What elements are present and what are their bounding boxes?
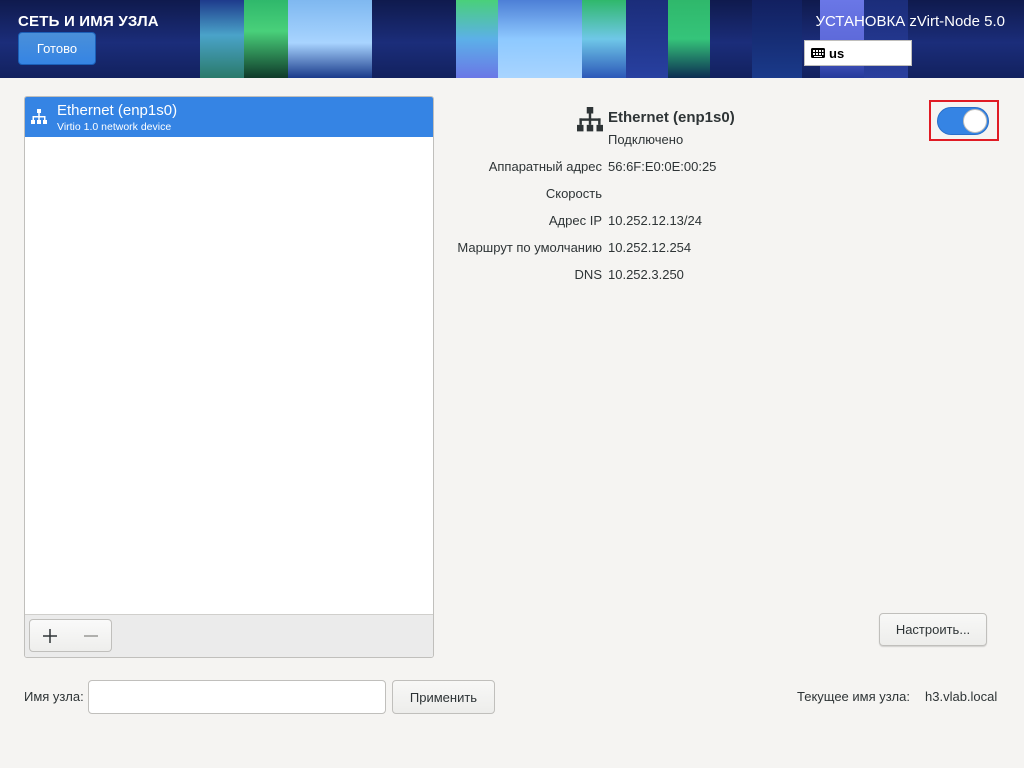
done-button[interactable]: Готово (18, 32, 96, 65)
header-bar: СЕТЬ И ИМЯ УЗЛА Готово УСТАНОВКА zVirt-N… (0, 0, 1024, 78)
keyboard-layout-label: us (829, 45, 845, 61)
current-hostname-label: Текущее имя узла: (797, 689, 910, 704)
hostname-input[interactable] (88, 680, 386, 714)
configure-button[interactable]: Настроить... (879, 613, 987, 646)
hw-address-label: Аппаратный адрес (488, 159, 602, 174)
default-route-label: Маршрут по умолчанию (457, 240, 602, 255)
device-name: Ethernet (enp1s0) (57, 102, 178, 119)
device-list-item[interactable]: Ethernet (enp1s0) Virtio 1.0 network dev… (25, 97, 433, 137)
network-wired-icon (577, 107, 603, 132)
device-description: Virtio 1.0 network device (57, 121, 172, 133)
device-enable-toggle[interactable] (937, 107, 989, 135)
dns-label: DNS (574, 267, 602, 282)
device-list: Ethernet (enp1s0) Virtio 1.0 network dev… (24, 96, 434, 658)
detail-device-name: Ethernet (enp1s0) (608, 109, 735, 126)
add-device-button[interactable] (29, 619, 71, 652)
keyboard-icon (811, 48, 825, 58)
minus-icon (83, 634, 98, 637)
list-toolbar (25, 614, 433, 657)
apply-hostname-button[interactable]: Применить (392, 680, 495, 714)
connection-status: Подключено (608, 132, 684, 147)
default-route-value: 10.252.12.254 (608, 240, 692, 255)
speed-label: Скорость (545, 186, 602, 201)
network-wired-icon (31, 109, 47, 124)
dns-value: 10.252.3.250 (608, 267, 684, 282)
ip-address-value: 10.252.12.13/24 (608, 213, 702, 228)
plus-icon (43, 628, 57, 643)
hw-address-value: 56:6F:E0:0E:00:25 (608, 159, 717, 174)
keyboard-layout-indicator[interactable]: us (804, 40, 912, 66)
ip-address-label: Адрес IP (548, 213, 602, 228)
install-title: УСТАНОВКА zVirt-Node 5.0 (815, 13, 1005, 30)
header-banner (0, 0, 1024, 78)
remove-device-button[interactable] (70, 619, 112, 652)
toggle-knob (963, 109, 987, 133)
page-title: СЕТЬ И ИМЯ УЗЛА (18, 13, 159, 30)
current-hostname-value: h3.vlab.local (925, 689, 998, 704)
hostname-label: Имя узла: (24, 689, 84, 704)
